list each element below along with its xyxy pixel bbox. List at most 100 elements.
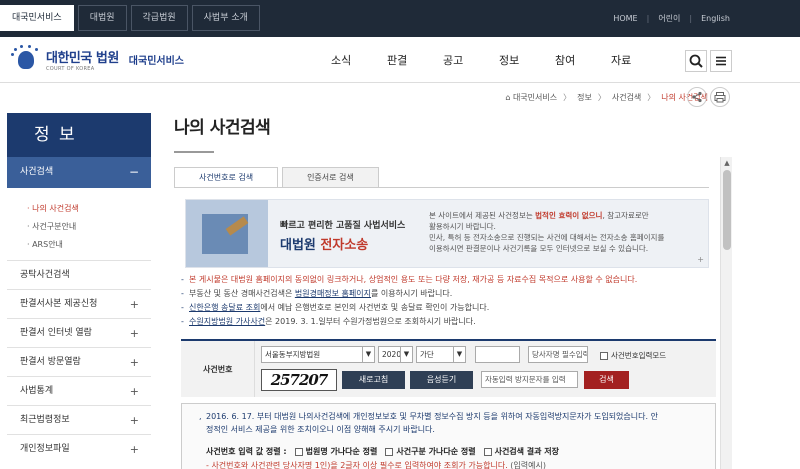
- home-icon[interactable]: ⌂: [505, 93, 513, 102]
- main-nav: 소식 판결 공고 정보 참여 자료: [331, 37, 667, 83]
- expand-icon[interactable]: +: [130, 348, 139, 377]
- search-button[interactable]: 검색: [584, 371, 629, 389]
- sidebar-item-judgment-copy[interactable]: 판결서사본 제공신청 +: [7, 289, 151, 318]
- expand-icon[interactable]: +: [130, 290, 139, 319]
- sidebar-item-privacy-file[interactable]: 개인정보파일 +: [7, 434, 151, 463]
- nav-notice[interactable]: 공고: [443, 52, 499, 68]
- breadcrumb-item[interactable]: 정보: [577, 92, 592, 103]
- nav-resources[interactable]: 자료: [611, 52, 667, 68]
- sort-case-type-checkbox[interactable]: 사건구분 가나다순 정렬: [385, 446, 476, 457]
- collapse-icon[interactable]: −: [129, 157, 139, 188]
- english-link[interactable]: English: [701, 14, 730, 23]
- logo-subtitle: COURT OF KOREA: [46, 65, 95, 72]
- tab-search-by-number[interactable]: 사건번호로 검색: [174, 167, 279, 188]
- court-logo[interactable]: 대한민국 법원 COURT OF KOREA 대국민서비스: [8, 45, 184, 73]
- party-name-input[interactable]: 당사자명 필수입력: [528, 346, 588, 363]
- banner-title-highlight: 전자소송: [320, 238, 369, 253]
- sidebar-subitem-ars[interactable]: · ARS안내: [27, 236, 151, 254]
- notice-list: 본 게시물은 대법원 홈페이지의 동의없이 링크하거나, 상업적인 용도 또는 …: [181, 273, 711, 329]
- chevron-right-icon: 〉: [647, 93, 656, 102]
- case-type-select[interactable]: 가단 ▼: [416, 346, 466, 363]
- print-icon[interactable]: [710, 87, 730, 107]
- nav-judgment[interactable]: 판결: [387, 52, 443, 68]
- site-header: 대한민국 법원 COURT OF KOREA 대국민서비스 소식 판결 공고 정…: [0, 37, 800, 83]
- banner-description: 본 사이트에서 제공된 사건정보는 법적인 효력이 없으니, 참고자료로만 활용…: [429, 211, 665, 253]
- audio-captcha-button[interactable]: 음성듣기: [410, 371, 473, 389]
- sidebar-subitem-my-case[interactable]: · 나의 사건검색: [27, 200, 151, 218]
- tab-judiciary-intro[interactable]: 사법부 소개: [191, 5, 260, 31]
- shinhan-fee-link[interactable]: 신한은행 송달료 조회: [189, 303, 260, 312]
- ecourt-banner[interactable]: 빠르고 편리한 고품질 사법서비스 대법원 전자소송 본 사이트에서 제공된 사…: [185, 199, 709, 268]
- tab-search-by-certificate[interactable]: 인증서로 검색: [282, 167, 379, 188]
- expand-icon[interactable]: +: [130, 319, 139, 348]
- info-panel: , 2016. 6. 17. 부터 대법원 나의사건검색에 개인정보보호 및 무…: [181, 403, 716, 469]
- required-notice: - 사건번호와 사건관련 당사자명 1인)을 2글자 이상 필수로 입력하여야 …: [206, 461, 546, 469]
- nav-info[interactable]: 정보: [499, 52, 555, 68]
- separator: |: [646, 14, 650, 23]
- search-tabs: 사건번호로 검색 인증서로 검색: [174, 167, 383, 188]
- case-search-form: 사건번호 서울동부지방법원 ▼ 2020 ▼ 가단 ▼ 당사자명 필수입력 사건번호입…: [181, 339, 716, 397]
- suwon-family-link[interactable]: 수원지방법원 가사사건: [189, 317, 265, 326]
- tab-courts[interactable]: 각급법원: [130, 5, 188, 31]
- sidebar-item-label: 공탁사건검색: [20, 270, 70, 280]
- title-underline: [174, 151, 214, 153]
- notice-item: 부동산 및 동산 경매사건검색은 법원경매정보 홈페이지를 이용하시기 바랍니다…: [181, 287, 711, 301]
- expand-icon[interactable]: +: [130, 435, 139, 464]
- sidebar-submenu: · 나의 사건검색 · 사건구분안내 · ARS안내: [7, 188, 151, 260]
- sidebar-item-law-info[interactable]: 최근법령정보 +: [7, 405, 151, 434]
- breadcrumb-item[interactable]: 대국민서비스: [513, 92, 557, 103]
- chevron-down-icon: ▼: [453, 347, 465, 362]
- sidebar-item-deposit[interactable]: 공탁사건검색: [7, 260, 151, 289]
- banner-tagline: 빠르고 편리한 고품질 사법서비스: [280, 221, 406, 231]
- expand-icon[interactable]: +: [130, 377, 139, 406]
- sort-options-label: 사건번호 입력 값 정렬 :: [206, 447, 287, 456]
- sidebar-section-case-search[interactable]: 사건검색 −: [7, 157, 151, 188]
- save-results-checkbox[interactable]: 사건검색 결과 저장: [483, 446, 559, 457]
- search-icon[interactable]: [685, 50, 707, 72]
- share-icon[interactable]: [687, 87, 707, 107]
- top-utility-bar: 대국민서비스 대법원 각급법원 사법부 소개 HOME | 어린이 | Engl…: [0, 0, 800, 37]
- chevron-right-icon: 〉: [563, 93, 572, 102]
- service-name: 대국민서비스: [128, 55, 184, 67]
- nav-participate[interactable]: 참여: [555, 52, 611, 68]
- sidebar-item-judgment-online[interactable]: 판결서 인터넷 열람 +: [7, 318, 151, 347]
- case-number-input[interactable]: [475, 346, 520, 363]
- sidebar-item-label: 개인정보파일: [20, 444, 70, 454]
- kids-link[interactable]: 어린이: [658, 13, 680, 24]
- sort-court-checkbox[interactable]: 법원명 가나다순 정렬: [294, 446, 377, 457]
- tab-public-service[interactable]: 대국민서비스: [0, 5, 74, 31]
- refresh-captcha-button[interactable]: 새로고침: [342, 371, 405, 389]
- sidebar-section-label: 사건검색: [20, 167, 54, 177]
- sidebar-subitem-case-type[interactable]: · 사건구분안내: [27, 218, 151, 236]
- auction-site-link[interactable]: 법원경매정보 홈페이지: [295, 289, 371, 298]
- court-emblem-icon: [8, 45, 44, 73]
- court-select[interactable]: 서울동부지방법원 ▼: [261, 346, 375, 363]
- nav-news[interactable]: 소식: [331, 52, 387, 68]
- breadcrumb: ⌂ 대국민서비스 〉 정보 〉 사건검색 〉 나의 사건검색: [505, 92, 708, 103]
- menu-icon[interactable]: [710, 50, 732, 72]
- scrollbar[interactable]: ▲: [720, 157, 732, 469]
- more-icon[interactable]: +: [697, 255, 704, 264]
- scroll-up-icon[interactable]: ▲: [721, 157, 733, 169]
- sidebar-item-judgment-visit[interactable]: 판결서 방문열람 +: [7, 347, 151, 376]
- sort-options: 사건번호 입력 값 정렬 : 법원명 가나다순 정렬 사건구분 가나다순 정렬 …: [206, 446, 559, 457]
- breadcrumb-item[interactable]: 사건검색: [612, 92, 641, 103]
- sidebar-item-label: 판결서사본 제공신청: [20, 299, 98, 309]
- captcha-input[interactable]: 자동입력 방지문자를 입력: [481, 371, 578, 388]
- sidebar-item-statistics[interactable]: 사법통계 +: [7, 376, 151, 405]
- sidebar-item-label: 판결서 인터넷 열람: [20, 328, 92, 338]
- captcha-notice: , 2016. 6. 17. 부터 대법원 나의사건검색에 개인정보보호 및 무…: [199, 412, 658, 434]
- chevron-down-icon: ▼: [400, 347, 412, 362]
- gavel-illustration-icon: [186, 200, 268, 267]
- main-content: 나의 사건검색 사건번호로 검색 인증서로 검색 빠르고 편리한 고품질 사법서…: [174, 113, 734, 469]
- logo-title: 대한민국 법원: [46, 50, 119, 66]
- notice-item: 본 게시물은 대법원 홈페이지의 동의없이 링크하거나, 상업적인 용도 또는 …: [181, 273, 711, 287]
- home-link[interactable]: HOME: [613, 14, 637, 23]
- year-select[interactable]: 2020 ▼: [378, 346, 413, 363]
- tab-supreme-court[interactable]: 대법원: [77, 5, 127, 31]
- scroll-thumb[interactable]: [723, 170, 731, 250]
- utility-links: HOME | 어린이 | English: [613, 0, 730, 37]
- expand-icon[interactable]: +: [130, 406, 139, 435]
- page-title: 나의 사건검색: [174, 118, 271, 138]
- input-mode-checkbox[interactable]: 사건번호입력모드: [600, 350, 666, 361]
